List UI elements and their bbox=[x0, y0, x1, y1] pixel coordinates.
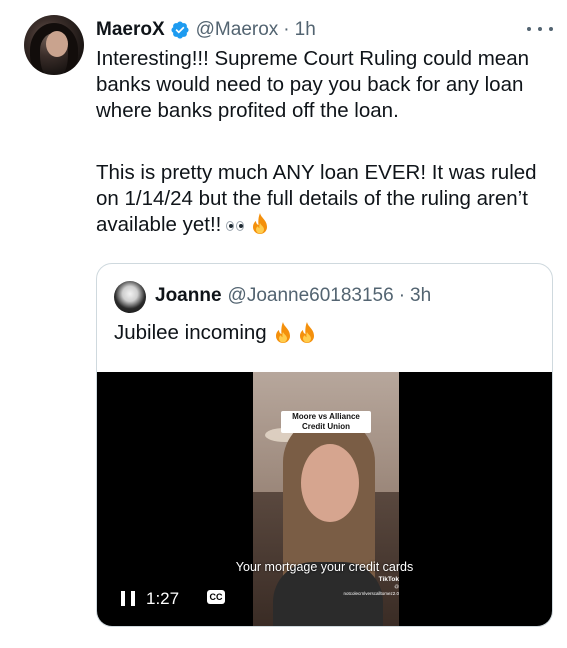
quoted-tweet-timestamp[interactable]: 3h bbox=[410, 285, 431, 307]
fire-emoji-icon bbox=[253, 213, 268, 234]
tiktok-watermark: TikTok @ notcolecrnlverscalltomez2.0 bbox=[339, 576, 399, 597]
avatar-face bbox=[46, 31, 68, 57]
author-handle[interactable]: @Maerox bbox=[196, 19, 279, 41]
closed-captions-button[interactable]: CC bbox=[207, 590, 225, 604]
tweet-paragraph-2-block: This is pretty much ANY loan EVER! It wa… bbox=[96, 160, 561, 238]
more-options-icon[interactable] bbox=[527, 22, 553, 36]
fire-emoji-icon bbox=[299, 322, 314, 343]
video-duration: 1:27 bbox=[146, 589, 180, 608]
quoted-tweet-header: Joanne @Joanne60183156 · 3h bbox=[155, 285, 431, 307]
video-overlay-label: Moore vs Alliance Credit Union bbox=[281, 411, 371, 433]
tweet-header: MaeroX @Maerox · 1h bbox=[96, 17, 316, 43]
quoted-tweet[interactable]: Joanne @Joanne60183156 · 3h Jubilee inco… bbox=[96, 263, 553, 627]
eyes-emoji-icon bbox=[225, 219, 247, 233]
video-player[interactable]: Moore vs Alliance Credit Union Your mort… bbox=[97, 372, 552, 626]
quoted-author-display-name[interactable]: Joanne bbox=[155, 285, 222, 307]
tweet-paragraph-1: Interesting!!! Supreme Court Ruling coul… bbox=[96, 47, 530, 122]
quoted-separator-dot: · bbox=[398, 285, 406, 306]
verified-badge-icon bbox=[171, 21, 189, 39]
tweet-paragraph-2: This is pretty much ANY loan EVER! It wa… bbox=[96, 161, 537, 236]
quoted-tweet-body: Jubilee incoming bbox=[114, 321, 318, 345]
author-display-name[interactable]: MaeroX bbox=[96, 19, 165, 41]
author-avatar[interactable] bbox=[24, 15, 84, 75]
tweet-body: Interesting!!! Supreme Court Ruling coul… bbox=[96, 46, 556, 124]
tiktok-watermark-user: @ notcolecrnlverscalltomez2.0 bbox=[343, 584, 399, 596]
pause-icon[interactable] bbox=[121, 591, 135, 606]
quoted-author-handle[interactable]: @Joanne60183156 bbox=[228, 285, 394, 307]
fire-emoji-icon bbox=[275, 322, 290, 343]
quoted-tweet-text: Jubilee incoming bbox=[114, 321, 267, 344]
separator-dot: · bbox=[283, 19, 290, 40]
video-person-face bbox=[301, 444, 359, 522]
quoted-author-avatar[interactable] bbox=[114, 281, 146, 313]
tweet-timestamp[interactable]: 1h bbox=[295, 19, 316, 41]
video-caption: Your mortgage your credit cards bbox=[235, 560, 414, 574]
tiktok-watermark-brand: TikTok bbox=[378, 576, 399, 583]
